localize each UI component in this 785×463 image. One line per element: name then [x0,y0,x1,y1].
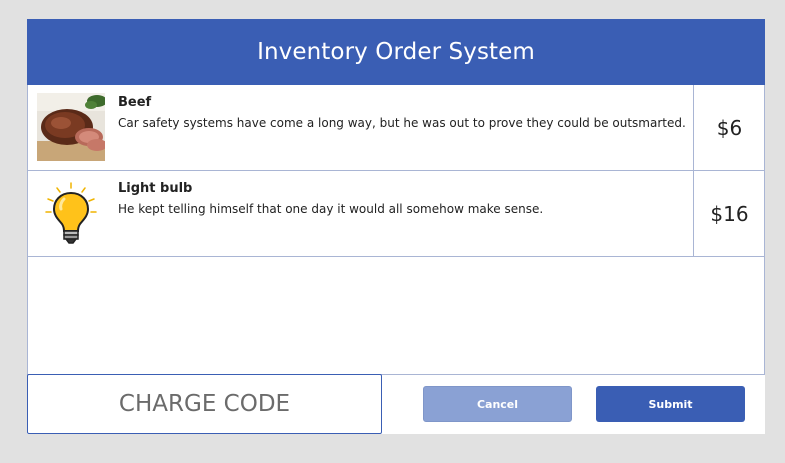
list-item-beef[interactable]: Beef Car safety systems have come a long… [28,85,765,171]
charge-code-field[interactable] [27,374,382,434]
item-gallery[interactable]: Beef Car safety systems have come a long… [27,85,765,375]
submit-button[interactable]: Submit [596,386,745,422]
inventory-order-app: Inventory Order System Beef Car safety s… [27,19,765,434]
cancel-button[interactable]: Cancel [423,386,572,422]
app-header: Inventory Order System [27,19,765,85]
light-bulb-icon [45,182,97,244]
item-name: Light bulb [118,181,193,196]
item-price: $6 [693,85,765,171]
item-name: Beef [118,95,152,110]
charge-code-input[interactable] [28,390,381,418]
item-description: Car safety systems have come a long way,… [118,116,686,130]
item-description: He kept telling himself that one day it … [118,202,544,216]
list-item-light-bulb[interactable]: Light bulb He kept telling himself that … [28,171,765,257]
app-title: Inventory Order System [257,39,535,65]
beef-roast-image [37,93,105,161]
item-price: $16 [693,171,765,257]
